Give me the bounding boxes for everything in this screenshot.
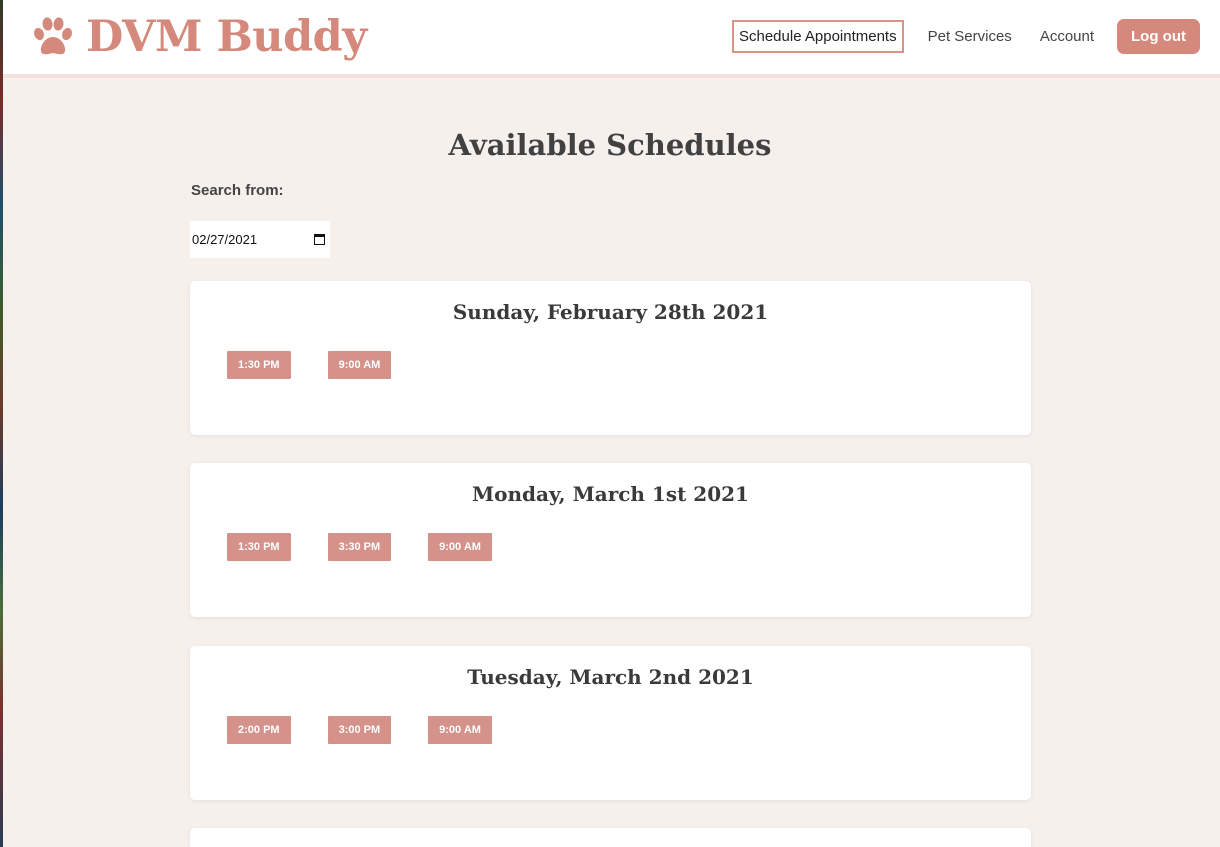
top-navbar: DVM Buddy Schedule Appointments Pet Serv… [3,0,1220,78]
page-title: Available Schedules [448,128,772,162]
nav-pet-services[interactable]: Pet Services [914,20,1026,53]
time-slot-list: 1:30 PM 9:00 AM [227,351,392,379]
brand-name: DVM Buddy [86,12,367,62]
nav-account[interactable]: Account [1026,20,1108,53]
schedule-day-date: Monday, March 1st 2021 [472,482,749,506]
time-slot-button[interactable]: 1:30 PM [227,351,291,379]
schedule-day-card [190,828,1031,847]
time-slot-list: 1:30 PM 3:30 PM 9:00 AM [227,533,492,561]
main-nav: Schedule Appointments Pet Services Accou… [731,19,1200,54]
search-from-label: Search from: [191,182,284,199]
time-slot-button[interactable]: 2:00 PM [227,716,291,744]
time-slot-button[interactable]: 9:00 AM [428,716,492,744]
time-slot-list: 2:00 PM 3:00 PM 9:00 AM [227,716,492,744]
calendar-icon[interactable] [314,234,325,245]
time-slot-button[interactable]: 1:30 PM [227,533,291,561]
schedule-day-date: Tuesday, March 2nd 2021 [467,665,754,689]
search-date-value: 02/27/2021 [192,232,258,247]
schedule-day-card: Sunday, February 28th 2021 1:30 PM 9:00 … [190,281,1031,435]
time-slot-button[interactable]: 3:30 PM [327,533,392,561]
nav-schedule-appointments[interactable]: Schedule Appointments [731,20,904,53]
time-slot-button[interactable]: 9:00 AM [327,351,392,379]
schedule-day-card: Monday, March 1st 2021 1:30 PM 3:30 PM 9… [190,463,1031,617]
search-date-input[interactable]: 02/27/2021 [190,221,330,258]
brand-logo[interactable]: DVM Buddy [30,10,367,64]
logout-button[interactable]: Log out [1117,19,1200,54]
schedule-day-date: Sunday, February 28th 2021 [452,300,769,324]
schedule-day-card: Tuesday, March 2nd 2021 2:00 PM 3:00 PM … [190,646,1031,800]
time-slot-button[interactable]: 9:00 AM [428,533,492,561]
time-slot-button[interactable]: 3:00 PM [327,716,392,744]
paw-icon [30,16,76,58]
